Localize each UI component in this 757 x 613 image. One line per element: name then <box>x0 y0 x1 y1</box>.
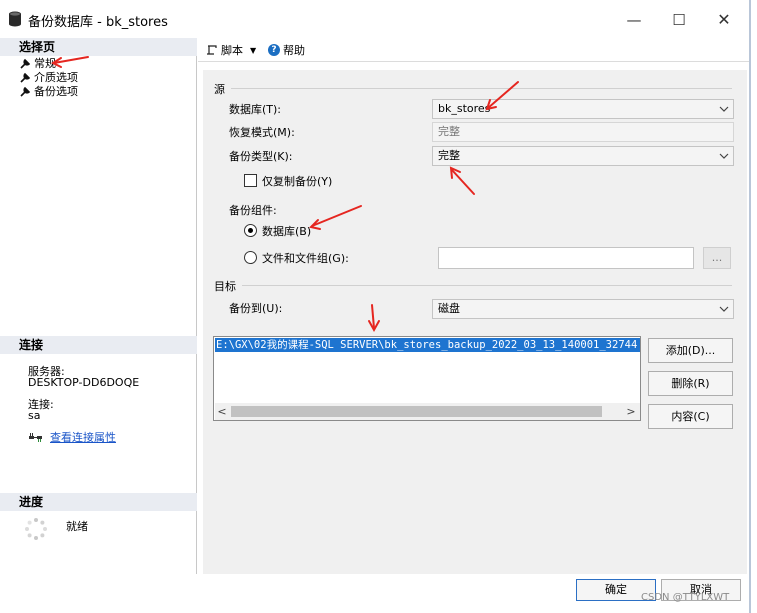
connection-header: 连接 <box>0 336 197 354</box>
recovery-model-value: 完整 <box>438 125 460 138</box>
source-group-title: 源 <box>214 81 231 97</box>
horizontal-scrollbar[interactable]: < > <box>215 403 640 420</box>
scroll-left-icon[interactable]: < <box>215 404 229 419</box>
destination-group-divider <box>240 285 732 286</box>
script-icon <box>207 45 217 55</box>
script-label: 脚本 <box>221 44 243 57</box>
component-database-label: 数据库(B) <box>262 225 312 238</box>
component-files-radio[interactable] <box>244 251 257 264</box>
chevron-down-icon <box>719 306 729 312</box>
destination-list[interactable]: E:\GX\02我的课程-SQL SERVER\bk_stores_backup… <box>213 336 641 421</box>
progress-header: 进度 <box>0 493 197 511</box>
scrollbar-thumb[interactable] <box>231 406 602 417</box>
component-database-radio[interactable] <box>244 224 257 237</box>
page-media-options[interactable]: 介质选项 <box>20 70 78 85</box>
backup-to-value: 磁盘 <box>438 302 460 315</box>
contents-button[interactable]: 内容(C) <box>648 404 733 429</box>
script-button[interactable]: 脚本 ▼ <box>206 42 256 58</box>
help-icon: ? <box>268 44 280 56</box>
files-input[interactable] <box>438 247 694 269</box>
close-button[interactable]: ✕ <box>706 6 742 34</box>
help-label: 帮助 <box>283 44 305 57</box>
scroll-right-icon[interactable]: > <box>624 404 638 419</box>
backup-component-label: 备份组件: <box>229 204 277 217</box>
view-connection-properties-link[interactable]: 查看连接属性 <box>28 429 116 445</box>
database-value: bk_stores <box>438 102 491 115</box>
destination-group-title: 目标 <box>214 278 242 294</box>
chevron-down-icon <box>719 153 729 159</box>
title-bar: 备份数据库 - bk_stores — ☐ ✕ <box>0 0 757 38</box>
window-border <box>749 0 751 613</box>
page-general[interactable]: 常规 <box>20 56 56 71</box>
destination-path-row[interactable]: E:\GX\02我的课程-SQL SERVER\bk_stores_backup… <box>215 338 640 352</box>
backup-type-label: 备份类型(K): <box>229 150 293 163</box>
component-files-label: 文件和文件组(G): <box>262 252 349 265</box>
toolbar: 脚本 ▼ ? 帮助 <box>198 38 749 62</box>
connection-icon <box>29 432 42 442</box>
backup-type-combo[interactable]: 完整 <box>432 146 734 166</box>
view-connection-properties-label: 查看连接属性 <box>50 431 116 444</box>
server-value: DESKTOP-DD6DOQE <box>28 376 140 389</box>
page-backup-options[interactable]: 备份选项 <box>20 84 78 99</box>
minimize-button[interactable]: — <box>616 6 652 34</box>
maximize-button[interactable]: ☐ <box>661 6 697 34</box>
wrench-icon <box>20 86 31 97</box>
progress-status: 就绪 <box>66 520 88 533</box>
source-group-divider <box>224 88 732 89</box>
wrench-icon <box>20 72 31 83</box>
backup-to-label: 备份到(U): <box>229 302 283 315</box>
page-general-label: 常规 <box>34 57 56 70</box>
copy-only-checkbox[interactable] <box>244 174 257 187</box>
select-page-header: 选择页 <box>0 38 197 56</box>
recovery-model-label: 恢复模式(M): <box>229 126 295 139</box>
database-label: 数据库(T): <box>229 103 282 116</box>
window-title: 备份数据库 - bk_stores <box>28 15 168 30</box>
connection-value: sa <box>28 409 41 422</box>
backup-type-value: 完整 <box>438 149 460 162</box>
recovery-model-field: 完整 <box>432 122 734 142</box>
help-button[interactable]: ? 帮助 <box>268 42 305 58</box>
page-media-options-label: 介质选项 <box>34 71 78 84</box>
page-backup-options-label: 备份选项 <box>34 85 78 98</box>
wrench-icon <box>20 58 31 69</box>
backup-to-combo[interactable]: 磁盘 <box>432 299 734 319</box>
database-icon <box>9 11 21 27</box>
remove-destination-button[interactable]: 删除(R) <box>648 371 733 396</box>
progress-spinner-icon <box>25 518 47 540</box>
left-panel: 选择页 常规 介质选项 备份选项 连接 服务器: DESKTOP-DD6DOQE… <box>0 38 197 574</box>
copy-only-label: 仅复制备份(Y) <box>262 175 333 188</box>
chevron-down-icon[interactable]: ▼ <box>250 46 256 55</box>
add-destination-button[interactable]: 添加(D)... <box>648 338 733 363</box>
watermark: CSDN @TTYLXWT <box>641 592 730 603</box>
database-combo[interactable]: bk_stores <box>432 99 734 119</box>
browse-files-button[interactable]: ... <box>703 247 731 269</box>
chevron-down-icon <box>719 106 729 112</box>
